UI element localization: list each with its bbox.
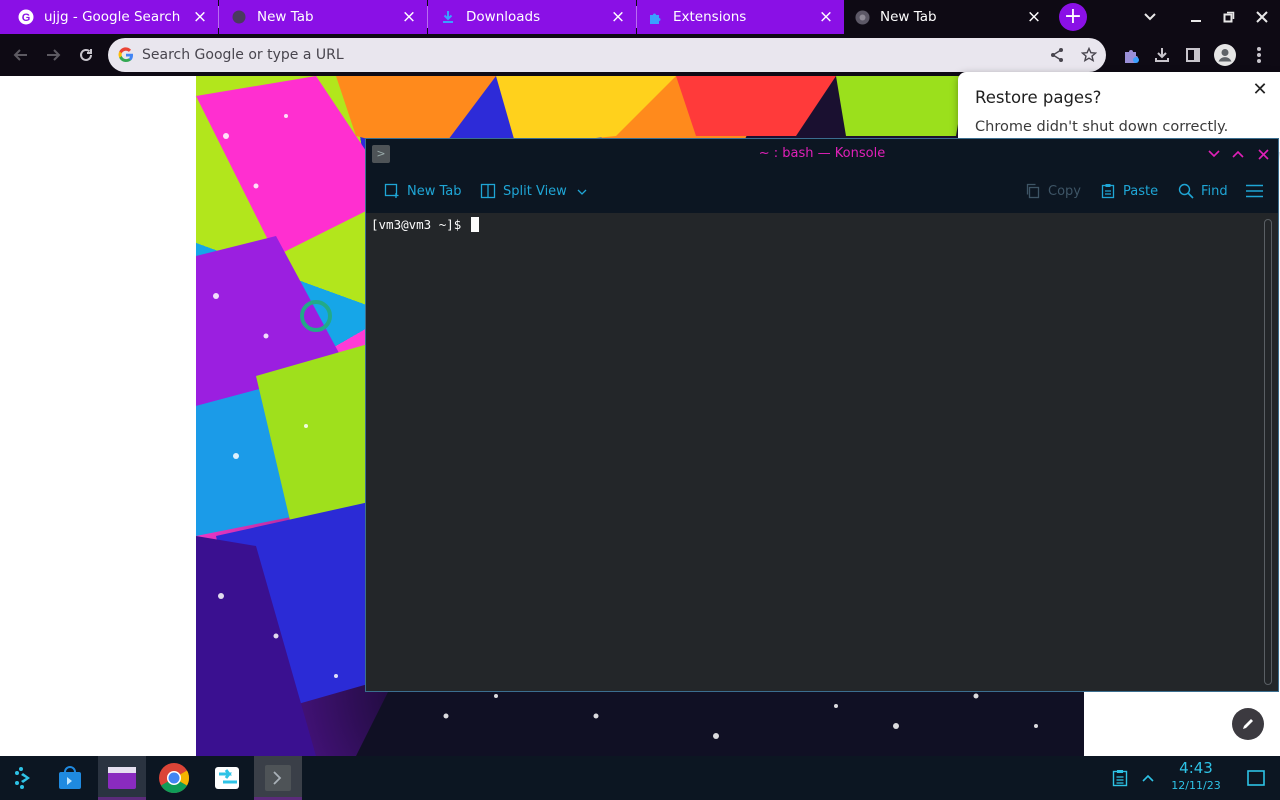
tab-title: ujjg - Google Search (44, 9, 181, 25)
paste-button[interactable]: Paste (1099, 179, 1158, 203)
close-icon[interactable]: × (814, 5, 838, 29)
google-g-icon (118, 47, 133, 63)
chrome-icon[interactable] (150, 756, 198, 800)
terminal-line: [vm3@vm3 ~]$ (371, 217, 479, 232)
konsole-icon[interactable] (254, 756, 302, 800)
more-menu-icon[interactable] (1248, 44, 1270, 66)
konsole-toolbar: New Tab Split View Copy Paste Find (366, 169, 1278, 213)
search-icon (1177, 182, 1195, 200)
minimize-icon[interactable] (1204, 144, 1224, 164)
file-manager-icon[interactable] (98, 756, 146, 800)
tab-extensions[interactable]: Extensions × (637, 0, 844, 34)
paste-label: Paste (1123, 183, 1159, 199)
new-tab-button[interactable]: + (1059, 3, 1087, 31)
new-tab-icon (383, 182, 401, 200)
konsole-titlebar[interactable]: > ~ : bash — Konsole (366, 139, 1278, 169)
show-desktop-icon[interactable] (1232, 756, 1280, 800)
restore-message: Chrome didn't shut down correctly. (975, 119, 1229, 135)
tab-title: Extensions (673, 9, 747, 25)
clock-time: 4:43 (1179, 759, 1213, 777)
forward-icon[interactable] (40, 42, 66, 68)
find-label: Find (1201, 183, 1228, 199)
clock-date: 12/11/23 (1171, 779, 1221, 792)
side-panel-icon[interactable] (1182, 44, 1204, 66)
bookmark-star-icon[interactable] (1080, 46, 1098, 64)
close-icon[interactable]: ✕ (1248, 77, 1272, 101)
omnibox[interactable] (108, 38, 1106, 72)
hamburger-menu-icon (1245, 182, 1263, 200)
google-g-icon: G (18, 9, 34, 25)
close-icon[interactable]: × (1022, 5, 1046, 29)
download-icon (440, 9, 456, 25)
reload-icon[interactable] (73, 42, 99, 68)
back-icon[interactable] (8, 42, 34, 68)
restore-title: Restore pages? (975, 88, 1102, 107)
taskbar: 4:43 12/11/23 (0, 756, 1280, 800)
svg-text:G: G (22, 12, 31, 24)
terminal-scrollbar[interactable] (1264, 219, 1272, 685)
tab-title: Downloads (466, 9, 541, 25)
shell-prompt: [vm3@vm3 ~]$ (371, 217, 469, 232)
page-blank-left (0, 76, 196, 756)
text-cursor (470, 217, 479, 232)
download-icon[interactable] (1151, 44, 1173, 66)
new-tab-label: New Tab (407, 183, 462, 199)
find-button[interactable]: Find (1177, 179, 1228, 203)
launcher-icon[interactable] (0, 756, 48, 800)
split-view-label: Split View (503, 183, 567, 199)
customize-ntp-button[interactable] (1232, 708, 1264, 740)
puzzle-icon (647, 9, 663, 25)
terminal-area[interactable]: [vm3@vm3 ~]$ (366, 213, 1262, 691)
new-tab-button[interactable]: New Tab (383, 179, 462, 203)
tab-search-icon[interactable] (1133, 0, 1167, 34)
chrome-icon (854, 9, 870, 25)
remote-desktop-icon[interactable] (204, 756, 252, 800)
extension-icon[interactable] (1120, 44, 1142, 66)
copy-icon (1024, 182, 1042, 200)
browser-toolbar (0, 34, 1280, 76)
split-view-icon (479, 182, 497, 200)
tab-new-tab-active[interactable]: New Tab × (844, 0, 1052, 34)
tab-downloads[interactable]: Downloads × (428, 0, 636, 34)
konsole-window: > ~ : bash — Konsole New Tab Split View (365, 138, 1279, 692)
close-icon[interactable]: × (606, 5, 630, 29)
pencil-icon (1243, 719, 1253, 729)
profile-avatar-icon[interactable] (1214, 44, 1236, 66)
window-title: ~ : bash — Konsole (758, 146, 886, 161)
tab-strip: G ujjg - Google Search × New Tab × Downl… (0, 0, 1280, 34)
share-icon[interactable] (1048, 46, 1066, 64)
minimize-icon[interactable] (1179, 0, 1213, 34)
maximize-icon[interactable] (1228, 144, 1248, 164)
tab-title: New Tab (257, 9, 314, 25)
address-input[interactable] (142, 38, 1022, 72)
clock[interactable]: 4:43 12/11/23 (1160, 758, 1232, 794)
tab-new-tab[interactable]: New Tab × (219, 0, 427, 34)
tab-google-search[interactable]: G ujjg - Google Search × (0, 0, 218, 34)
restore-window-icon[interactable] (1212, 0, 1246, 34)
close-window-icon[interactable] (1245, 0, 1279, 34)
copy-button[interactable]: Copy (1024, 179, 1081, 203)
app-store-icon[interactable] (46, 756, 94, 800)
close-icon[interactable]: × (397, 5, 421, 29)
hamburger-menu-button[interactable] (1245, 179, 1269, 203)
close-icon[interactable]: × (188, 5, 212, 29)
newtab-icon (231, 9, 247, 25)
split-view-button[interactable]: Split View (479, 179, 587, 203)
tab-title: New Tab (880, 9, 937, 25)
chevron-down-icon[interactable] (577, 184, 587, 199)
close-icon[interactable] (1253, 144, 1273, 164)
copy-label: Copy (1048, 183, 1081, 199)
paste-icon (1099, 182, 1117, 200)
